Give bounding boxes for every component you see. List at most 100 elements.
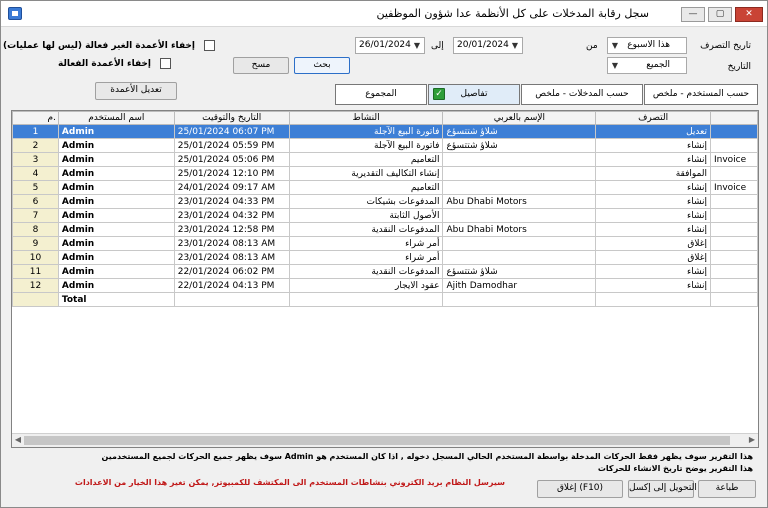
col-header-rownum[interactable]: م.	[12, 111, 59, 125]
cell-activity: أمر شراء	[288, 236, 444, 251]
cell-user: Admin	[57, 124, 175, 139]
cell-rownum: 3	[12, 152, 59, 167]
cell-extra	[709, 264, 758, 279]
hide-inactive-checkbox[interactable]	[204, 40, 215, 51]
period-combo[interactable]: هذا الاسبوع ▼	[607, 37, 687, 54]
close-button[interactable]: إغلاق (F10)	[537, 480, 623, 498]
horizontal-scrollbar[interactable]: ◀ ▶	[12, 433, 758, 447]
cell-activity: فاتورة البيع الآجلة	[288, 138, 444, 153]
chevron-down-icon: ▼	[611, 61, 619, 70]
cell-extra: Invoice	[709, 152, 758, 167]
export-excel-button[interactable]: التحويل إلى إكسل	[628, 480, 697, 498]
table-row[interactable]: 5 Admin 24/01/2024 09:17 AM التعاميم إنش…	[12, 180, 758, 195]
period-value: هذا الاسبوع	[627, 40, 670, 50]
to-label: إلى	[431, 41, 444, 51]
cell-arabic-name	[442, 208, 597, 223]
hide-active-label: إخفاء الأعمدة الفعالة	[57, 59, 151, 69]
hide-active-checkbox[interactable]	[160, 58, 171, 69]
cell-rownum: 12	[12, 278, 59, 293]
tab-by-user-summary[interactable]: حسب المستخدم - ملخص	[644, 84, 758, 105]
cell-arabic-name: Abu Dhabi Motors	[442, 194, 597, 209]
total-row: Total	[12, 292, 758, 307]
from-date-picker[interactable]: 20/01/2024 ▼	[453, 37, 523, 54]
cell-action: إنشاء	[595, 152, 711, 167]
from-date-value: 20/01/2024	[457, 40, 509, 50]
cell-activity: التعاميم	[288, 180, 444, 195]
cell-datetime: 22/01/2024 04:13 PM	[173, 278, 290, 293]
table-row[interactable]: 11 Admin 22/01/2024 06:02 PM المدفوعات ا…	[12, 264, 758, 279]
cell-activity: التعاميم	[288, 152, 444, 167]
cell-rownum: 8	[12, 222, 59, 237]
window-title: سجل رقابة المدخلات على كل الأنظمة عدا شؤ…	[376, 7, 649, 20]
cell-activity: المدفوعات النقدية	[288, 264, 444, 279]
tab-details[interactable]: ✓ تفاصيل	[428, 84, 520, 105]
cell-extra	[709, 194, 758, 209]
cell-user: Admin	[57, 194, 175, 209]
table-row[interactable]: 12 Admin 22/01/2024 04:13 PM عقود الايجا…	[12, 278, 758, 293]
cell-datetime: 23/01/2024 08:13 AM	[173, 236, 290, 251]
chevron-down-icon: ▼	[511, 41, 519, 50]
table-row[interactable]: 2 Admin 25/01/2024 05:59 PM فاتورة البيع…	[12, 138, 758, 153]
search-button[interactable]: بحث	[294, 57, 350, 74]
cell-datetime: 25/01/2024 12:10 PM	[173, 166, 290, 181]
table-row[interactable]: 10 Admin 23/01/2024 08:13 AM أمر شراء إغ…	[12, 250, 758, 265]
col-header-datetime[interactable]: التاريخ والتوقيت	[173, 111, 290, 125]
cell-action: تعديل	[595, 124, 711, 139]
cell-arabic-name	[442, 166, 597, 181]
edit-columns-button[interactable]: تعديل الأعمدة	[95, 82, 177, 100]
table-row[interactable]: 7 Admin 23/01/2024 04:32 PM الأصول الثاب…	[12, 208, 758, 223]
clear-button[interactable]: مسح	[233, 57, 289, 74]
close-window-button[interactable]: ✕	[735, 7, 763, 22]
col-header-extra[interactable]	[709, 111, 758, 125]
table-row[interactable]: 6 Admin 23/01/2024 04:33 PM المدفوعات بش…	[12, 194, 758, 209]
print-button[interactable]: طباعة	[698, 480, 756, 498]
activity-grid[interactable]: م. اسم المستخدم التاريخ والتوقيت النشاط …	[11, 110, 759, 448]
note-email: سيرسل النظام بريد الكتروني بنشاطات المست…	[74, 478, 505, 487]
cell-arabic-name	[442, 152, 597, 167]
maximize-button[interactable]: ▢	[708, 7, 732, 22]
scrollbar-thumb[interactable]	[24, 436, 730, 445]
minimize-button[interactable]: —	[681, 7, 705, 22]
cell-action: إنشاء	[595, 208, 711, 223]
cell-action: إغلاق	[595, 250, 711, 265]
cell-datetime: 25/01/2024 05:06 PM	[173, 152, 290, 167]
cell-datetime: 23/01/2024 08:13 AM	[173, 250, 290, 265]
table-row[interactable]: 9 Admin 23/01/2024 08:13 AM أمر شراء إغل…	[12, 236, 758, 251]
tab-total[interactable]: المجموع	[335, 84, 427, 105]
total-cell	[173, 292, 290, 307]
tab-details-label: تفاصيل	[460, 89, 488, 99]
col-header-action[interactable]: التصرف	[595, 111, 711, 125]
cell-extra	[709, 138, 758, 153]
cell-activity: الأصول الثابتة	[288, 208, 444, 223]
cell-arabic-name: Abu Dhabi Motors	[442, 222, 597, 237]
table-row[interactable]: 3 Admin 25/01/2024 05:06 PM التعاميم إنش…	[12, 152, 758, 167]
cell-action: إنشاء	[595, 180, 711, 195]
cell-action: إنشاء	[595, 194, 711, 209]
title-bar[interactable]: سجل رقابة المدخلات على كل الأنظمة عدا شؤ…	[1, 1, 767, 27]
col-header-arabic-name[interactable]: الإسم بالعربي	[442, 111, 597, 125]
cell-arabic-name: Ajith Damodhar	[442, 278, 597, 293]
note-user-scope: هذا التقرير سوف يظهر فقط الحركات المدخلة…	[101, 452, 753, 461]
col-header-activity[interactable]: النشاط	[288, 111, 444, 125]
table-row[interactable]: 4 Admin 25/01/2024 12:10 PM إنشاء التكال…	[12, 166, 758, 181]
col-header-user[interactable]: اسم المستخدم	[57, 111, 175, 125]
scroll-left-icon[interactable]: ◀	[13, 435, 23, 444]
cell-rownum: 4	[12, 166, 59, 181]
cell-action: إنشاء	[595, 278, 711, 293]
history-combo[interactable]: الجميع ▼	[607, 57, 687, 74]
cell-extra	[709, 166, 758, 181]
scroll-right-icon[interactable]: ▶	[747, 435, 757, 444]
table-row[interactable]: 8 Admin 23/01/2024 12:58 PM المدفوعات ال…	[12, 222, 758, 237]
cell-activity: المدفوعات بشيكات	[288, 194, 444, 209]
table-header-row: م. اسم المستخدم التاريخ والتوقيت النشاط …	[12, 111, 758, 125]
cell-rownum	[12, 292, 59, 307]
history-label: التاريخ	[727, 62, 751, 72]
cell-extra	[709, 236, 758, 251]
from-label: من	[586, 41, 598, 51]
tab-by-input-summary[interactable]: حسب المدخلات - ملخص	[521, 84, 643, 105]
date-mode-label: تاريخ التصرف	[700, 41, 751, 51]
cell-extra	[709, 124, 758, 139]
cell-arabic-name	[442, 250, 597, 265]
table-row[interactable]: 1 Admin 25/01/2024 06:07 PM فاتورة البيع…	[12, 124, 758, 139]
to-date-picker[interactable]: 26/01/2024 ▼	[355, 37, 425, 54]
